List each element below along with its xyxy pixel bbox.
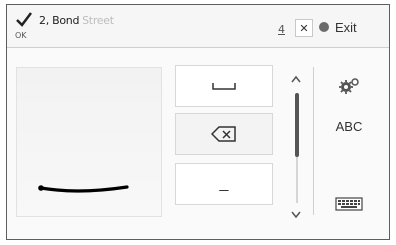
keyboard-button[interactable] <box>320 185 378 223</box>
exit-label: Exit <box>335 19 357 35</box>
typed-text: 2, Bond <box>39 14 80 27</box>
divider <box>313 67 314 215</box>
input-header: OK 2, Bond Street 4 ✕ Exit <box>7 5 389 48</box>
clear-button[interactable]: ✕ <box>295 19 313 37</box>
suggestion-count[interactable]: 4 <box>278 23 285 36</box>
backspace-icon <box>211 126 236 142</box>
input-field[interactable]: 2, Bond Street <box>39 14 114 27</box>
autocomplete-suggestion: Street <box>82 14 114 27</box>
text-entry-window: OK 2, Bond Street 4 ✕ Exit _ ABC <box>6 4 390 240</box>
abc-keyboard-button[interactable]: ABC <box>320 107 378 145</box>
settings-gear-icon <box>339 78 359 94</box>
space-key[interactable] <box>175 65 273 107</box>
underscore-key[interactable]: _ <box>175 163 273 205</box>
handwriting-stroke <box>38 185 129 193</box>
keyboard-icon <box>335 197 363 211</box>
space-icon <box>212 83 236 90</box>
exit-button[interactable]: Exit <box>319 17 357 37</box>
scrollbar-thumb[interactable] <box>295 93 299 157</box>
settings-button[interactable] <box>320 67 378 105</box>
exit-icon <box>319 22 329 32</box>
clear-icon: ✕ <box>299 22 309 35</box>
backspace-key[interactable] <box>175 113 273 155</box>
checkmark-icon <box>16 12 32 27</box>
scroll-down-icon[interactable] <box>291 211 301 219</box>
handwriting-pad[interactable] <box>16 67 162 217</box>
scroll-up-icon[interactable] <box>291 75 301 83</box>
underscore-label: _ <box>219 175 229 192</box>
abc-label: ABC <box>335 118 363 134</box>
confirm-label: OK <box>15 31 27 40</box>
